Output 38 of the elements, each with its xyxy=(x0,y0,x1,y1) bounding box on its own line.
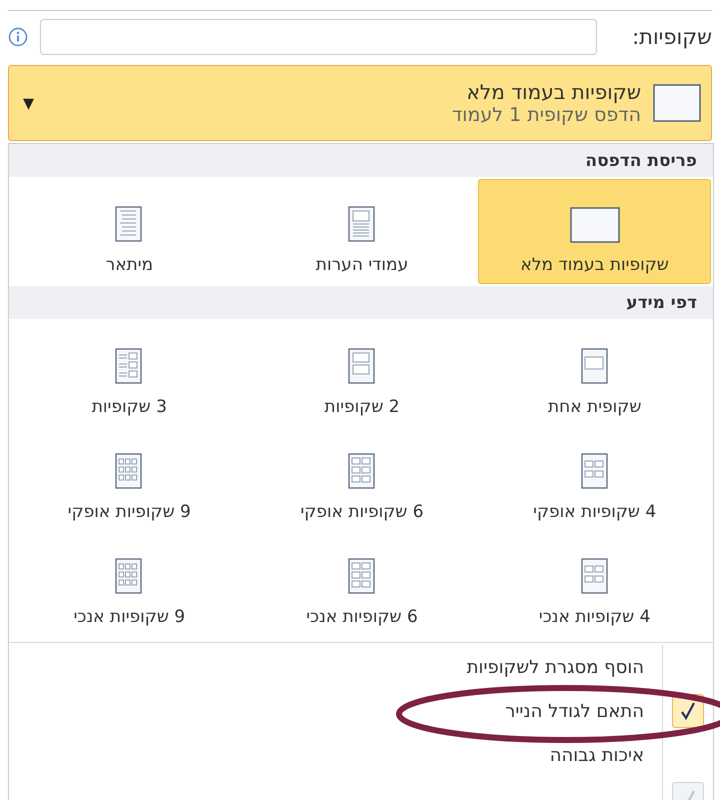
page-layout-icon xyxy=(348,558,376,595)
layout-option[interactable]: עמודי הערות xyxy=(246,179,478,284)
section-header: דפי מידע xyxy=(9,286,713,319)
page-layout-icon xyxy=(580,348,609,385)
page-layout-icon xyxy=(348,206,376,243)
page-layout-icon xyxy=(115,453,144,490)
layout-option[interactable]: מיתאר xyxy=(13,179,246,284)
page-layout-icon xyxy=(115,558,144,595)
menu-option[interactable]: התאם לגודל הנייר xyxy=(9,689,713,733)
slides-label: שקופיות: xyxy=(631,25,712,49)
page-layout-icon xyxy=(348,453,376,490)
slide-icon xyxy=(653,84,701,122)
layout-option[interactable]: שקופית אחת xyxy=(478,321,711,426)
layout-option[interactable]: 9 שקופיות אנכי xyxy=(13,531,246,636)
page-layout-icon xyxy=(348,348,376,385)
page-layout-icon xyxy=(580,453,609,490)
menu-option[interactable]: הוסף מסגרת לשקופיות xyxy=(9,645,713,689)
dropdown-subtitle: הדפס שקופית 1 לעמוד xyxy=(452,104,641,126)
layout-option[interactable]: 2 שקופיות xyxy=(246,321,478,426)
layout-option[interactable]: 6 שקופיות אנכי xyxy=(246,531,478,636)
page-layout-icon xyxy=(115,206,144,243)
menu-option[interactable]: איכות גבוהה xyxy=(9,733,713,777)
info-icon xyxy=(8,27,28,47)
dropdown-title: שקופיות בעמוד מלא xyxy=(466,80,641,104)
section-header: פריסת הדפסה xyxy=(9,144,713,177)
layout-option[interactable]: 4 שקופיות אנכי xyxy=(478,531,711,636)
slide-icon xyxy=(570,207,620,243)
layout-option[interactable]: שקופיות בעמוד מלא xyxy=(478,179,711,284)
check-icon xyxy=(679,701,697,721)
layout-option[interactable]: 9 שקופיות אופקי xyxy=(13,426,246,531)
layout-option[interactable]: 4 שקופיות אופקי xyxy=(478,426,711,531)
layout-dropdown[interactable]: שקופיות בעמוד מלא הדפס שקופית 1 לעמוד ▾ xyxy=(8,65,712,141)
page-layout-icon xyxy=(580,558,609,595)
layout-option[interactable]: 6 שקופיות אופקי xyxy=(246,426,478,531)
slides-input-field[interactable] xyxy=(40,19,597,55)
caret-icon: ▾ xyxy=(23,90,34,116)
layout-option[interactable]: 3 שקופיות xyxy=(13,321,246,426)
page-layout-icon xyxy=(115,348,144,385)
